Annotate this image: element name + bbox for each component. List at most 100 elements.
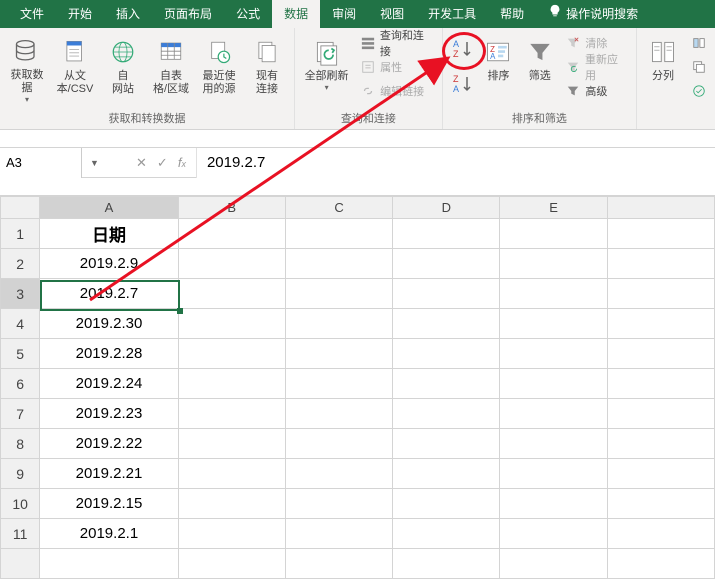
tab-help[interactable]: 帮助 — [488, 0, 536, 28]
cell[interactable] — [607, 459, 714, 489]
formula-bar[interactable] — [196, 148, 715, 178]
cell[interactable] — [500, 429, 607, 459]
row-header[interactable]: 8 — [1, 429, 40, 459]
cell[interactable] — [607, 279, 714, 309]
cell[interactable]: 2019.2.30 — [40, 309, 178, 339]
cell[interactable] — [500, 309, 607, 339]
tab-review[interactable]: 审阅 — [320, 0, 368, 28]
cell[interactable] — [607, 489, 714, 519]
tab-home[interactable]: 开始 — [56, 0, 104, 28]
cell[interactable] — [178, 369, 285, 399]
cell[interactable] — [178, 399, 285, 429]
cell[interactable] — [285, 459, 392, 489]
cell[interactable] — [607, 309, 714, 339]
col-header-F[interactable] — [607, 197, 714, 219]
cell[interactable] — [178, 339, 285, 369]
cell[interactable] — [393, 369, 500, 399]
cell[interactable] — [393, 429, 500, 459]
row-header[interactable]: 11 — [1, 519, 40, 549]
col-header-E[interactable]: E — [500, 197, 607, 219]
cell[interactable] — [500, 369, 607, 399]
row-header[interactable]: 7 — [1, 399, 40, 429]
cell[interactable] — [285, 249, 392, 279]
tab-view[interactable]: 视图 — [368, 0, 416, 28]
cell[interactable] — [500, 549, 607, 579]
cell[interactable] — [500, 249, 607, 279]
cell[interactable] — [500, 459, 607, 489]
cell-selected[interactable]: 2019.2.7 — [40, 279, 178, 309]
cell[interactable] — [607, 369, 714, 399]
from-csv-button[interactable]: 从文 本/CSV — [52, 32, 98, 104]
sort-button[interactable]: ZA 排序 — [479, 32, 518, 104]
cell[interactable] — [285, 219, 392, 249]
sort-az-button[interactable]: AZ — [447, 32, 477, 66]
formula-input[interactable] — [197, 148, 715, 178]
row-header[interactable]: 5 — [1, 339, 40, 369]
cell[interactable] — [40, 549, 178, 579]
filter-button[interactable]: 筛选 — [520, 32, 559, 104]
tab-page-layout[interactable]: 页面布局 — [152, 0, 224, 28]
tab-developer[interactable]: 开发工具 — [416, 0, 488, 28]
cell[interactable] — [285, 489, 392, 519]
cell[interactable] — [178, 279, 285, 309]
cell[interactable] — [285, 339, 392, 369]
cell[interactable] — [285, 399, 392, 429]
cell[interactable] — [178, 249, 285, 279]
row-header[interactable]: 2 — [1, 249, 40, 279]
row-header[interactable]: 3 — [1, 279, 40, 309]
cancel-formula-button[interactable]: ✕ — [136, 155, 147, 171]
row-header[interactable]: 10 — [1, 489, 40, 519]
cell[interactable] — [178, 459, 285, 489]
cell[interactable] — [393, 219, 500, 249]
existing-connections-button[interactable]: 现有 连接 — [244, 32, 290, 104]
cell[interactable] — [500, 279, 607, 309]
cell[interactable] — [393, 399, 500, 429]
cell[interactable] — [393, 309, 500, 339]
cell[interactable] — [285, 549, 392, 579]
tab-data[interactable]: 数据 — [272, 0, 320, 28]
cell[interactable]: 2019.2.21 — [40, 459, 178, 489]
tab-formulas[interactable]: 公式 — [224, 0, 272, 28]
cell[interactable] — [500, 339, 607, 369]
cell[interactable]: 2019.2.28 — [40, 339, 178, 369]
cell[interactable]: 2019.2.24 — [40, 369, 178, 399]
cell[interactable] — [500, 219, 607, 249]
tab-file[interactable]: 文件 — [8, 0, 56, 28]
cell[interactable] — [178, 549, 285, 579]
row-header[interactable] — [1, 549, 40, 579]
name-box-dropdown-icon[interactable]: ▼ — [90, 158, 99, 168]
row-header[interactable]: 6 — [1, 369, 40, 399]
edit-links-button[interactable]: 编辑链接 — [356, 80, 438, 102]
cell[interactable] — [607, 429, 714, 459]
cell[interactable]: 2019.2.22 — [40, 429, 178, 459]
tab-insert[interactable]: 插入 — [104, 0, 152, 28]
cell[interactable] — [607, 249, 714, 279]
col-header-A[interactable]: A — [40, 197, 178, 219]
name-box-input[interactable] — [0, 148, 81, 178]
tab-tell-me[interactable]: 操作说明搜索 — [536, 0, 650, 28]
cell[interactable]: 2019.2.23 — [40, 399, 178, 429]
cell[interactable] — [285, 429, 392, 459]
row-header[interactable]: 4 — [1, 309, 40, 339]
cell[interactable] — [285, 309, 392, 339]
col-header-C[interactable]: C — [285, 197, 392, 219]
flash-fill-button[interactable] — [687, 32, 711, 54]
cell[interactable] — [393, 249, 500, 279]
cell[interactable] — [178, 309, 285, 339]
row-header[interactable]: 1 — [1, 219, 40, 249]
refresh-all-button[interactable]: 全部刷新 ▾ — [299, 32, 354, 104]
cell[interactable] — [607, 519, 714, 549]
cell[interactable] — [393, 519, 500, 549]
col-header-B[interactable]: B — [178, 197, 285, 219]
cell[interactable] — [178, 429, 285, 459]
fx-button[interactable]: fx — [178, 155, 186, 170]
cell[interactable] — [393, 279, 500, 309]
properties-button[interactable]: 属性 — [356, 56, 438, 78]
cell[interactable] — [178, 219, 285, 249]
cell[interactable] — [607, 219, 714, 249]
cell[interactable] — [393, 489, 500, 519]
queries-connections-button[interactable]: 查询和连接 — [356, 32, 438, 54]
recent-sources-button[interactable]: 最近使 用的源 — [196, 32, 242, 104]
name-box[interactable] — [0, 148, 82, 178]
cell[interactable]: 2019.2.1 — [40, 519, 178, 549]
